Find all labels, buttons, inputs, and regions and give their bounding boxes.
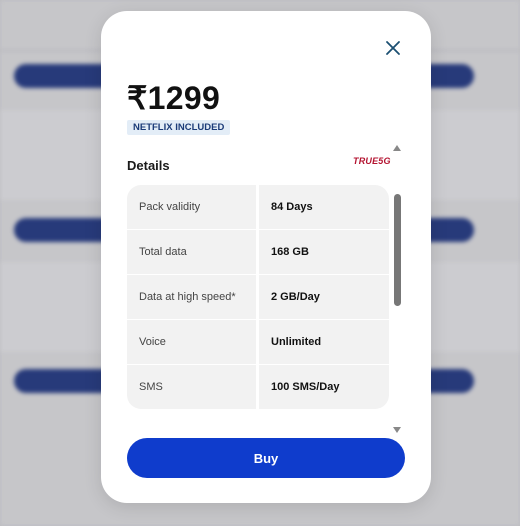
close-button[interactable] (382, 39, 404, 61)
buy-button[interactable]: Buy (127, 438, 405, 478)
row-value: 2 GB/Day (259, 275, 389, 319)
details-scroll-area[interactable]: Pack validity 84 Days Total data 168 GB … (127, 185, 389, 409)
row-label: Total data (127, 230, 256, 274)
row-label: Data at high speed* (127, 275, 256, 319)
row-value: 100 SMS/Day (259, 365, 389, 409)
plan-details-modal: ₹1299 NETFLIX INCLUDED Details TRUE5G Pa… (101, 11, 431, 503)
table-row: Data at high speed* 2 GB/Day (127, 275, 389, 319)
table-row: Pack validity 84 Days (127, 185, 389, 229)
details-table: Pack validity 84 Days Total data 168 GB … (127, 185, 389, 409)
row-label: SMS (127, 365, 256, 409)
scroll-down-button[interactable] (392, 424, 402, 434)
true5g-logo: TRUE5G (353, 156, 391, 166)
table-row: Total data 168 GB (127, 230, 389, 274)
scrollbar-thumb[interactable] (394, 194, 401, 306)
row-value: 168 GB (259, 230, 389, 274)
scroll-up-button[interactable] (392, 142, 402, 152)
details-heading: Details (127, 158, 170, 173)
row-label: Voice (127, 320, 256, 364)
table-row: SMS 100 SMS/Day (127, 365, 389, 409)
row-value: Unlimited (259, 320, 389, 364)
plan-price: ₹1299 (127, 80, 221, 116)
close-icon (385, 40, 401, 61)
row-label: Pack validity (127, 185, 256, 229)
table-row: Voice Unlimited (127, 320, 389, 364)
netflix-badge: NETFLIX INCLUDED (127, 120, 231, 135)
row-value: 84 Days (259, 185, 389, 229)
scroll-up-icon (393, 138, 401, 156)
scroll-down-icon (393, 420, 401, 438)
